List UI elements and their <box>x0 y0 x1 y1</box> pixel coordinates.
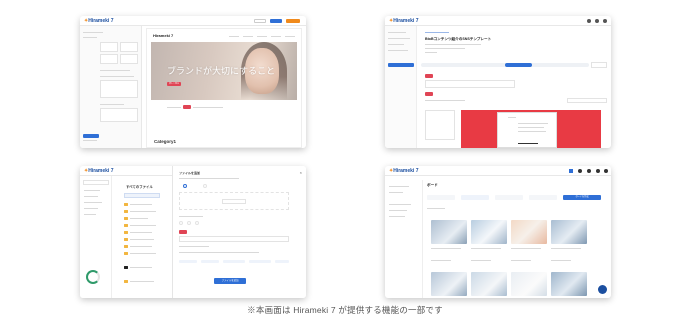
board-card-image[interactable] <box>551 220 587 244</box>
file-row[interactable] <box>124 279 168 284</box>
radio-option[interactable] <box>203 184 207 188</box>
board-card-image[interactable] <box>511 220 547 244</box>
site-logo: Hirameki 7 <box>153 33 174 38</box>
radio-option[interactable] <box>187 221 191 225</box>
file-row[interactable] <box>124 216 168 221</box>
files-topbar: ✦Hirameki 7 <box>80 166 172 176</box>
form-panel <box>425 110 455 140</box>
tag-chip[interactable] <box>275 260 289 263</box>
hero-cta-button[interactable]: 詳しく見る <box>167 82 181 86</box>
category-heading: Category1 <box>154 139 177 144</box>
tab[interactable] <box>529 195 557 200</box>
board-screenshot: ✦Hirameki 7 ボード ボードを作成 <box>385 166 611 298</box>
hero-title: ブランドが大切にすること <box>167 67 276 77</box>
save-button[interactable] <box>270 19 282 23</box>
app-logo: ✦Hirameki 7 <box>389 167 419 174</box>
board-card-image[interactable] <box>511 272 547 296</box>
add-file-button[interactable]: ファイルを追加 <box>214 278 246 284</box>
next-button[interactable] <box>591 62 607 68</box>
app-logo: ✦Hirameki 7 <box>389 17 419 24</box>
radio-option[interactable] <box>195 221 199 225</box>
folder-header: すべてのファイル <box>126 185 153 189</box>
file-row[interactable] <box>124 244 168 249</box>
board-card-image[interactable] <box>471 272 507 296</box>
board-card-image[interactable] <box>431 220 467 244</box>
settings-group <box>100 80 138 98</box>
board-sidebar <box>385 180 423 298</box>
step-progress <box>421 63 589 67</box>
close-icon[interactable]: × <box>300 170 302 175</box>
avatar[interactable] <box>603 19 607 23</box>
current-step <box>505 63 532 67</box>
file-row[interactable] <box>124 251 168 256</box>
file-manager-screenshot: ✦Hirameki 7 すべてのファイル ファイルを追加 × ファイルを追加 <box>80 166 306 298</box>
file-row[interactable] <box>124 265 168 270</box>
tag-chip[interactable] <box>201 260 219 263</box>
file-row[interactable] <box>124 202 168 207</box>
tag-chip[interactable] <box>249 260 271 263</box>
file-row[interactable] <box>124 223 168 228</box>
avatar[interactable] <box>604 169 608 173</box>
tab[interactable] <box>495 195 523 200</box>
tag-chip[interactable] <box>179 260 197 263</box>
settings-icon[interactable] <box>596 169 600 173</box>
block-template[interactable] <box>120 54 138 64</box>
upload-button[interactable] <box>83 180 109 185</box>
file-row[interactable] <box>124 237 168 242</box>
badge <box>183 105 191 109</box>
hero-banner: ブランドが大切にすること 詳しく見る <box>151 42 297 100</box>
board-card-image[interactable] <box>471 220 507 244</box>
tab-active[interactable] <box>461 195 489 200</box>
required-badge <box>425 74 433 78</box>
block-template[interactable] <box>120 42 138 52</box>
tag-chip[interactable] <box>223 260 245 263</box>
text-field[interactable] <box>425 80 515 88</box>
radio-option[interactable] <box>179 221 183 225</box>
required-badge <box>425 92 433 96</box>
panel-title: ファイルを追加 <box>179 171 201 175</box>
help-icon[interactable] <box>587 169 591 173</box>
feature-collage: ✦Hirameki 7 Hirameki 7 ブランドが大切にすること 詳しく見… <box>0 0 690 320</box>
page-builder-screenshot: ✦Hirameki 7 Hirameki 7 ブランドが大切にすること 詳しく見… <box>80 16 306 148</box>
tab[interactable] <box>427 195 455 200</box>
app-logo: ✦Hirameki 7 <box>84 167 114 174</box>
page-title: BtoBコンテンツ紹介のSNSテンプレート <box>425 37 492 41</box>
app-logo: ✦Hirameki 7 <box>84 17 114 24</box>
file-row[interactable] <box>124 209 168 214</box>
block-template[interactable] <box>100 42 118 52</box>
files-sidebar <box>80 176 112 298</box>
name-field[interactable] <box>179 236 289 242</box>
select-file-button[interactable] <box>222 199 246 204</box>
builder-sidebar <box>80 26 142 148</box>
file-row[interactable] <box>124 230 168 235</box>
sidebar-active-item[interactable] <box>388 63 414 67</box>
apply-button[interactable] <box>83 134 99 138</box>
template-editor-screenshot: ✦Hirameki 7 BtoBコンテンツ紹介のSNSテンプレート <box>385 16 611 148</box>
create-board-button[interactable]: ボードを作成 <box>563 195 601 200</box>
settings-group <box>100 108 138 122</box>
chat-fab-button[interactable] <box>598 285 607 294</box>
caption: ※本画面は Hirameki 7 が提供する機能の一部です <box>247 305 443 315</box>
required-badge <box>179 230 187 234</box>
editor-topbar: ✦Hirameki 7 <box>385 16 611 26</box>
publish-button[interactable] <box>286 19 300 23</box>
radio-option[interactable] <box>183 184 187 188</box>
file-drop-zone[interactable] <box>179 192 289 210</box>
block-template[interactable] <box>100 54 118 64</box>
board-card-image[interactable] <box>551 272 587 296</box>
notification-icon[interactable] <box>587 19 591 23</box>
storage-usage-ring <box>86 270 100 284</box>
board-card-image[interactable] <box>431 272 467 296</box>
editor-sidebar <box>385 26 417 148</box>
option-buttons[interactable] <box>567 98 607 103</box>
help-icon[interactable] <box>595 19 599 23</box>
preview-button[interactable] <box>254 19 266 23</box>
notification-icon[interactable] <box>578 169 582 173</box>
preview-canvas: Hirameki 7 ブランドが大切にすること 詳しく見る <box>146 28 302 148</box>
selected-folder[interactable] <box>124 193 160 198</box>
send-icon[interactable] <box>569 169 573 173</box>
board-title: ボード <box>427 183 438 187</box>
preview-modal <box>497 112 557 148</box>
